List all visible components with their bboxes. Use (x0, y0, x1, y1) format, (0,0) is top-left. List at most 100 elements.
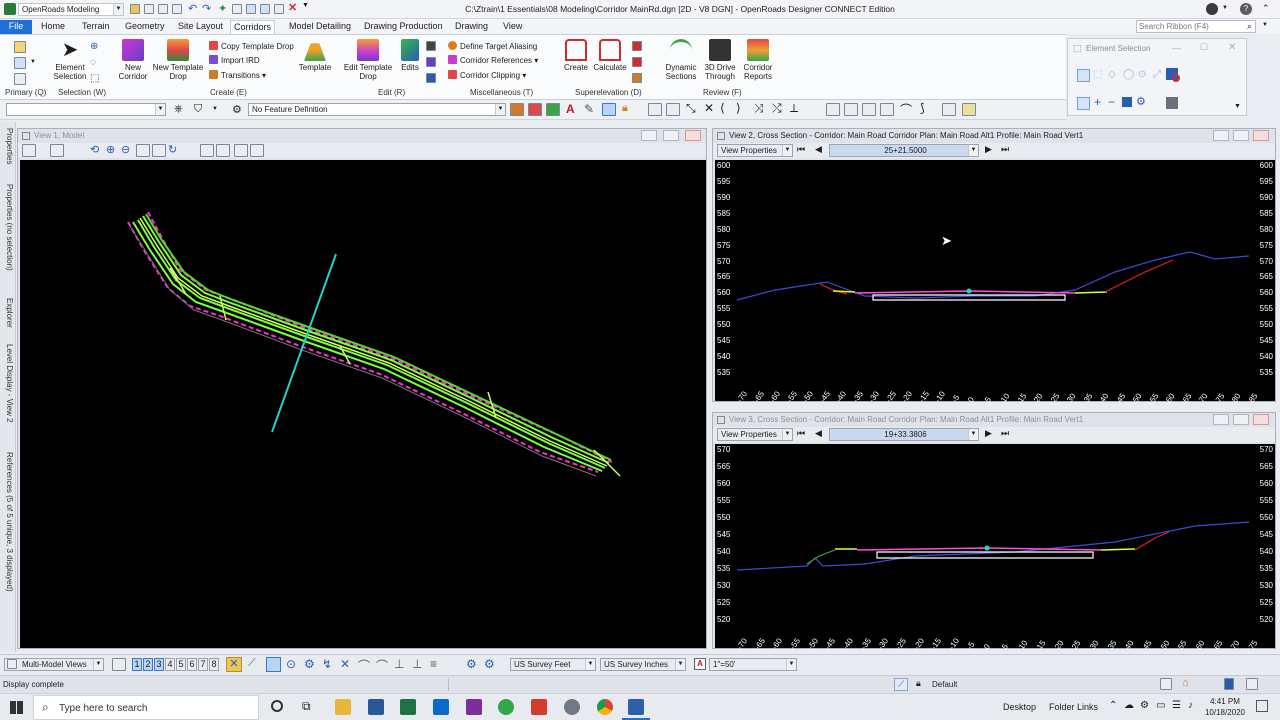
edit-tool-3-icon[interactable] (426, 73, 436, 83)
publish-icon[interactable] (246, 4, 256, 14)
explorer-icon[interactable] (14, 57, 26, 69)
tab-terrain[interactable]: Terrain (79, 20, 113, 34)
accudraw-status-icon[interactable]: ⟋ (894, 678, 908, 691)
view-2-minimize-button[interactable] (1213, 130, 1229, 141)
new-corridor-button[interactable]: New Corridor (115, 39, 151, 81)
view-2-view-properties[interactable]: View Properties ▼ (717, 144, 793, 157)
active-level[interactable]: Default (932, 680, 957, 689)
view-previous-icon[interactable] (216, 144, 230, 157)
view-button-3[interactable]: 3 (154, 658, 164, 671)
view-3-view-properties[interactable]: View Properties ▼ (717, 428, 793, 441)
view-2-maximize-button[interactable] (1233, 130, 1249, 141)
dropdown-chevron-icon[interactable]: ▼ (1262, 22, 1268, 28)
element-selection-button[interactable]: ➤ Element Selection (52, 39, 88, 81)
select-all-icon[interactable] (1166, 97, 1178, 109)
chain-icon[interactable]: ⟆ (920, 101, 925, 115)
keypoint-snap-icon[interactable]: ✕ (340, 657, 350, 671)
openroads-icon[interactable] (628, 699, 644, 715)
tab-model-detailing[interactable]: Model Detailing (286, 20, 354, 34)
corridor-reports-button[interactable]: Corridor Reports (738, 39, 778, 81)
origin-snap-icon[interactable]: ⌒ (376, 657, 388, 674)
taskbar-folder-links-label[interactable]: Folder Links (1049, 702, 1098, 712)
compress-icon[interactable] (172, 4, 182, 14)
view-1-canvas[interactable] (20, 160, 706, 648)
window-area-icon[interactable] (136, 144, 150, 157)
user-menu-chevron-icon[interactable]: ▼ (1222, 5, 1228, 11)
mode-subtract-icon[interactable]: − (1108, 95, 1115, 109)
message-center-icon[interactable] (1246, 678, 1258, 690)
file-explorer-icon[interactable] (335, 699, 351, 715)
annotation-scale-select[interactable]: 1"=50' ▼ (709, 658, 797, 671)
view-button-2[interactable]: 2 (143, 658, 153, 671)
selection-method-shape-icon[interactable]: ◇ (1108, 69, 1116, 80)
mirror-icon[interactable] (880, 103, 894, 116)
view-2-last-station-icon[interactable]: ⏭ (1001, 144, 1009, 155)
edit-tool-2-icon[interactable] (426, 57, 436, 67)
view-2-canvas[interactable]: 600 600 595 595 590 590 585 585 580 580 575 575 570 5… (715, 160, 1275, 404)
snagit-icon[interactable] (531, 699, 547, 715)
view-button-8[interactable]: 8 (209, 658, 219, 671)
onenote-icon[interactable] (466, 699, 482, 715)
corridor-tool-icon[interactable] (528, 103, 542, 116)
view-2-previous-station-icon[interactable]: ◀ (815, 144, 822, 155)
view-next-icon[interactable] (234, 144, 248, 157)
view-button-7[interactable]: 7 (198, 658, 208, 671)
word-icon[interactable] (368, 699, 384, 715)
multi-model-views-select[interactable]: Multi-Model Views ▼ (4, 658, 104, 671)
app-icon-gray[interactable] (564, 699, 580, 715)
smartline-icon[interactable]: ⟋ (248, 657, 256, 670)
view-3-previous-station-icon[interactable]: ◀ (815, 428, 822, 439)
dynamic-sections-button[interactable]: Dynamic Sections (660, 39, 702, 81)
tab-site-layout[interactable]: Site Layout (175, 20, 226, 34)
sidebar-tab-level-display[interactable]: Level Display - View 2 (2, 344, 14, 423)
customize-icon[interactable]: ▼ (302, 2, 309, 9)
view-3-last-station-icon[interactable]: ⏭ (1001, 428, 1009, 439)
open-icon[interactable] (130, 4, 140, 14)
tab-corridors[interactable]: Corridors (230, 20, 276, 34)
expand-dialog-chevron-icon[interactable]: ▼ (1234, 103, 1241, 110)
mode-invert-icon[interactable] (1122, 97, 1132, 107)
pan-view-icon[interactable] (200, 144, 214, 157)
filter-chevron-icon[interactable]: ▼ (212, 106, 218, 112)
dialog-maximize-icon[interactable]: ☐ (1200, 42, 1208, 53)
attributes-icon[interactable] (14, 41, 26, 53)
tab-geometry[interactable]: Geometry (122, 20, 168, 34)
tab-drawing[interactable]: Drawing (452, 20, 491, 34)
tray-network-icon[interactable]: ▭ (1156, 700, 1165, 711)
view-3-next-station-icon[interactable]: ▶ (985, 428, 992, 439)
selection-box-icon[interactable]: ⬚ (90, 73, 99, 84)
center-snap-icon[interactable]: ⊙ (286, 657, 296, 671)
outlook-icon[interactable] (433, 699, 449, 715)
view-groups-icon[interactable] (112, 658, 126, 671)
display-style-icon[interactable] (50, 144, 64, 157)
edit-tool-1-icon[interactable] (426, 41, 436, 51)
chrome-icon[interactable] (597, 699, 613, 715)
taskbar-desktop-label[interactable]: Desktop (1003, 702, 1036, 712)
help-icon[interactable]: ? (1240, 3, 1252, 15)
sync-icon[interactable] (260, 4, 270, 14)
selection-method-block-icon[interactable]: ⬚ (1093, 69, 1102, 80)
settings-gear-icon[interactable]: ⚙ (466, 657, 477, 671)
report-icon[interactable] (962, 103, 976, 116)
zoom-out-icon[interactable]: ⊖ (121, 143, 130, 156)
nearest-snap-icon[interactable]: ↯ (322, 657, 332, 671)
profile-icon[interactable] (942, 103, 956, 116)
superelevation-create-button[interactable]: Create (562, 39, 590, 72)
active-element-input[interactable]: ▼ (6, 103, 166, 116)
selection-tools-icon[interactable]: ⊕ (90, 41, 98, 52)
window-area-icon[interactable] (666, 103, 680, 116)
view-2-close-button[interactable] (1253, 130, 1269, 141)
define-target-aliasing-button[interactable]: Define Target Aliasing (448, 41, 537, 52)
superelevation-calculate-button[interactable]: Calculate (593, 39, 627, 72)
edit-template-drop-button[interactable]: Edit Template Drop (342, 39, 394, 81)
sidebar-tab-properties-no-selection[interactable]: Properties (no selection) (2, 184, 14, 271)
transitions-button[interactable]: Transitions ▾ (209, 70, 266, 81)
view-1-maximize-button[interactable] (663, 130, 679, 141)
view-3-canvas[interactable]: 570 570 565 565 560 560 555 555 550 550 545 545 540 5… (715, 444, 1275, 651)
workflow-selector[interactable]: OpenRoads Modeling ▼ (18, 3, 124, 16)
view-1-close-button[interactable] (685, 130, 701, 141)
tab-home[interactable]: Home (38, 20, 68, 34)
array-icon[interactable] (826, 103, 840, 116)
update-view-icon[interactable]: ⟲ (90, 143, 99, 156)
midpoint-snap-icon[interactable]: ⌒ (358, 657, 370, 674)
